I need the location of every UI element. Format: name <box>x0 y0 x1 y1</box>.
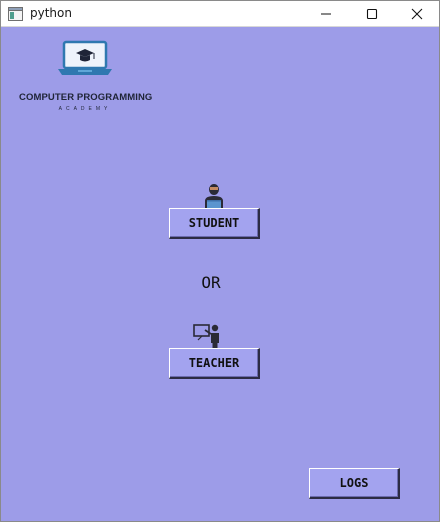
student-icon <box>203 183 225 209</box>
laptop-graduation-cap-icon <box>58 40 112 80</box>
logs-button[interactable]: LOGS <box>309 468 400 499</box>
title-bar[interactable]: python <box>1 1 439 27</box>
logo-subtitle: ACADEMY <box>58 106 112 112</box>
close-icon <box>411 5 423 24</box>
window-title: python <box>30 6 72 20</box>
minimize-button[interactable] <box>303 1 349 27</box>
close-button[interactable] <box>394 1 440 27</box>
maximize-button[interactable] <box>349 1 395 27</box>
teacher-button[interactable]: TEACHER <box>169 348 260 379</box>
logo-title: COMPUTER PROGRAMMING <box>19 92 153 103</box>
student-button[interactable]: STUDENT <box>169 208 260 239</box>
python-app-icon <box>8 6 23 21</box>
or-separator: OR <box>201 273 221 292</box>
client-area: COMPUTER PROGRAMMING ACADEMY STUDENT OR <box>1 28 439 521</box>
minimize-icon <box>320 5 332 24</box>
maximize-icon <box>366 5 378 24</box>
academy-logo: COMPUTER PROGRAMMING ACADEMY <box>19 40 153 112</box>
app-window: python COMPUTER PROGRAMMING ACADEMY STUD… <box>0 0 440 522</box>
teacher-icon <box>193 324 223 349</box>
